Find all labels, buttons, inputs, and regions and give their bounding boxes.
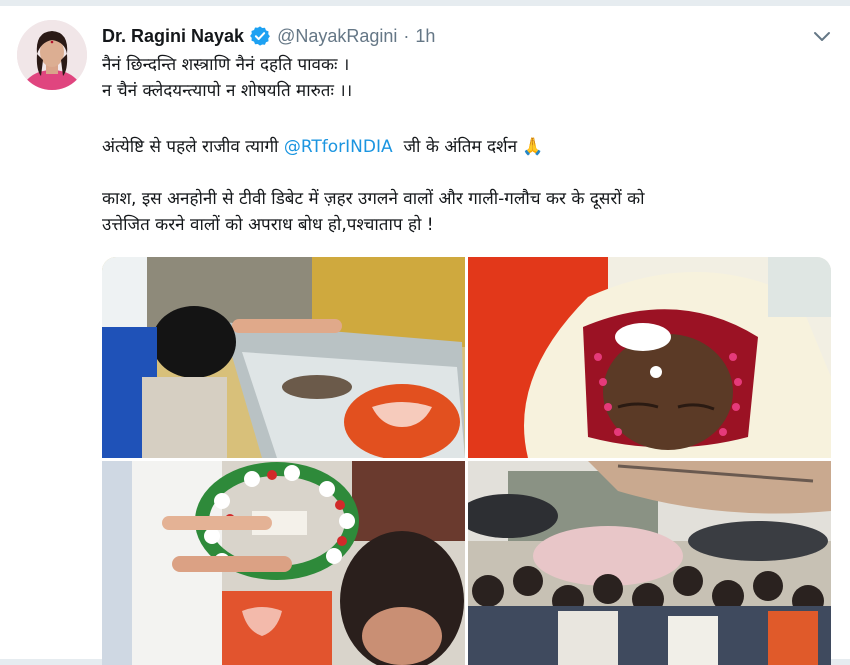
line3-after: जी के अंतिम दर्शन xyxy=(392,137,523,157)
user-handle[interactable]: @NayakRagini xyxy=(277,26,397,47)
tweet-text-line-5: उत्तेजित करने वालों को अपराध बोध हो,पश्च… xyxy=(102,215,434,235)
tweet-text-line-1: नैनं छिन्दन्ति शस्त्राणि नैनं दहति पावकः… xyxy=(102,55,350,75)
tweet-text-line-2: न चैनं क्लेदयन्त्यापो न शोषयति मारुतः ।। xyxy=(102,81,353,101)
media-grid xyxy=(102,257,831,665)
separator-dot: · xyxy=(403,25,410,46)
pray-emoji: 🙏 xyxy=(522,137,544,157)
mention-link[interactable]: @RTforINDIA xyxy=(284,137,393,157)
photo-top-left[interactable] xyxy=(102,257,465,458)
photo-bottom-right[interactable] xyxy=(468,461,831,665)
photo-bottom-left[interactable] xyxy=(102,461,465,665)
tweet-timestamp[interactable]: 1h xyxy=(415,26,435,47)
tweet-header: Dr. Ragini Nayak @NayakRagini · 1h xyxy=(102,22,435,50)
chevron-down-icon[interactable] xyxy=(810,24,834,48)
tweet-text-line-4: काश, इस अनहोनी से टीवी डिबेट में ज़हर उग… xyxy=(102,189,645,209)
photo-top-right[interactable] xyxy=(468,257,831,458)
display-name[interactable]: Dr. Ragini Nayak xyxy=(102,26,244,47)
avatar[interactable] xyxy=(17,20,87,90)
verified-badge-icon xyxy=(250,26,270,46)
tweet-card[interactable]: Dr. Ragini Nayak @NayakRagini · 1h नैनं … xyxy=(0,6,850,665)
line3-before: अंत्येष्टि से पहले राजीव त्यागी xyxy=(102,137,284,157)
tweet-text-line-3: अंत्येष्टि से पहले राजीव त्यागी @RTforIN… xyxy=(102,134,842,160)
